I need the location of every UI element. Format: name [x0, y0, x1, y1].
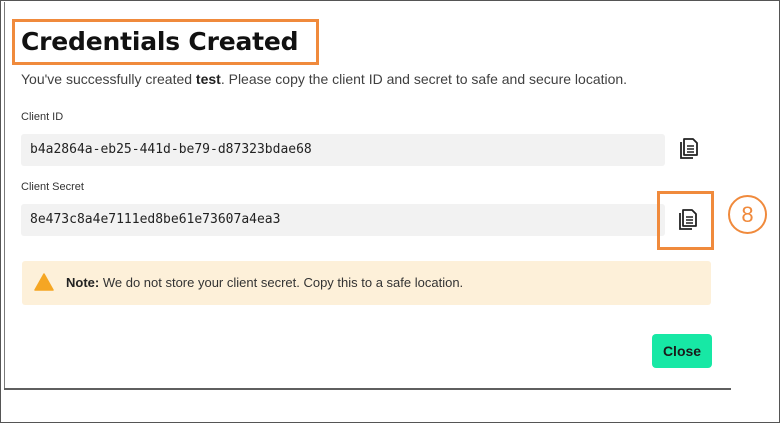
client-id-field[interactable]: b4a2864a-eb25-441d-be79-d87323bdae68 [21, 134, 665, 166]
dialog-subtitle: You've successfully created test. Please… [21, 71, 627, 87]
dialog-bottom-edge [4, 388, 731, 390]
warning-icon [34, 273, 54, 291]
copy-client-secret-button[interactable] [676, 207, 700, 233]
step-number-badge: 8 [728, 195, 767, 234]
client-id-label: Client ID [21, 111, 64, 123]
copy-client-id-button[interactable] [677, 136, 701, 162]
close-button[interactable]: Close [652, 334, 712, 368]
subtitle-suffix: . Please copy the client ID and secret t… [220, 71, 628, 87]
client-secret-field[interactable]: 8e473c8a4e7111ed8be61e73607a4ea3 [21, 204, 665, 236]
dialog-title: Credentials Created [21, 27, 299, 56]
client-secret-label: Client Secret [21, 181, 84, 193]
credential-name: test [195, 71, 221, 87]
copy-icon [680, 138, 698, 159]
copy-icon [679, 209, 697, 230]
note-text: Note: We do not store your client secret… [66, 275, 463, 290]
dialog-left-edge [4, 2, 5, 388]
subtitle-prefix: You've successfully created [21, 71, 196, 87]
note-banner: Note: We do not store your client secret… [22, 261, 711, 305]
note-prefix: Note: [66, 275, 100, 290]
note-message: We do not store your client secret. Copy… [99, 275, 464, 290]
